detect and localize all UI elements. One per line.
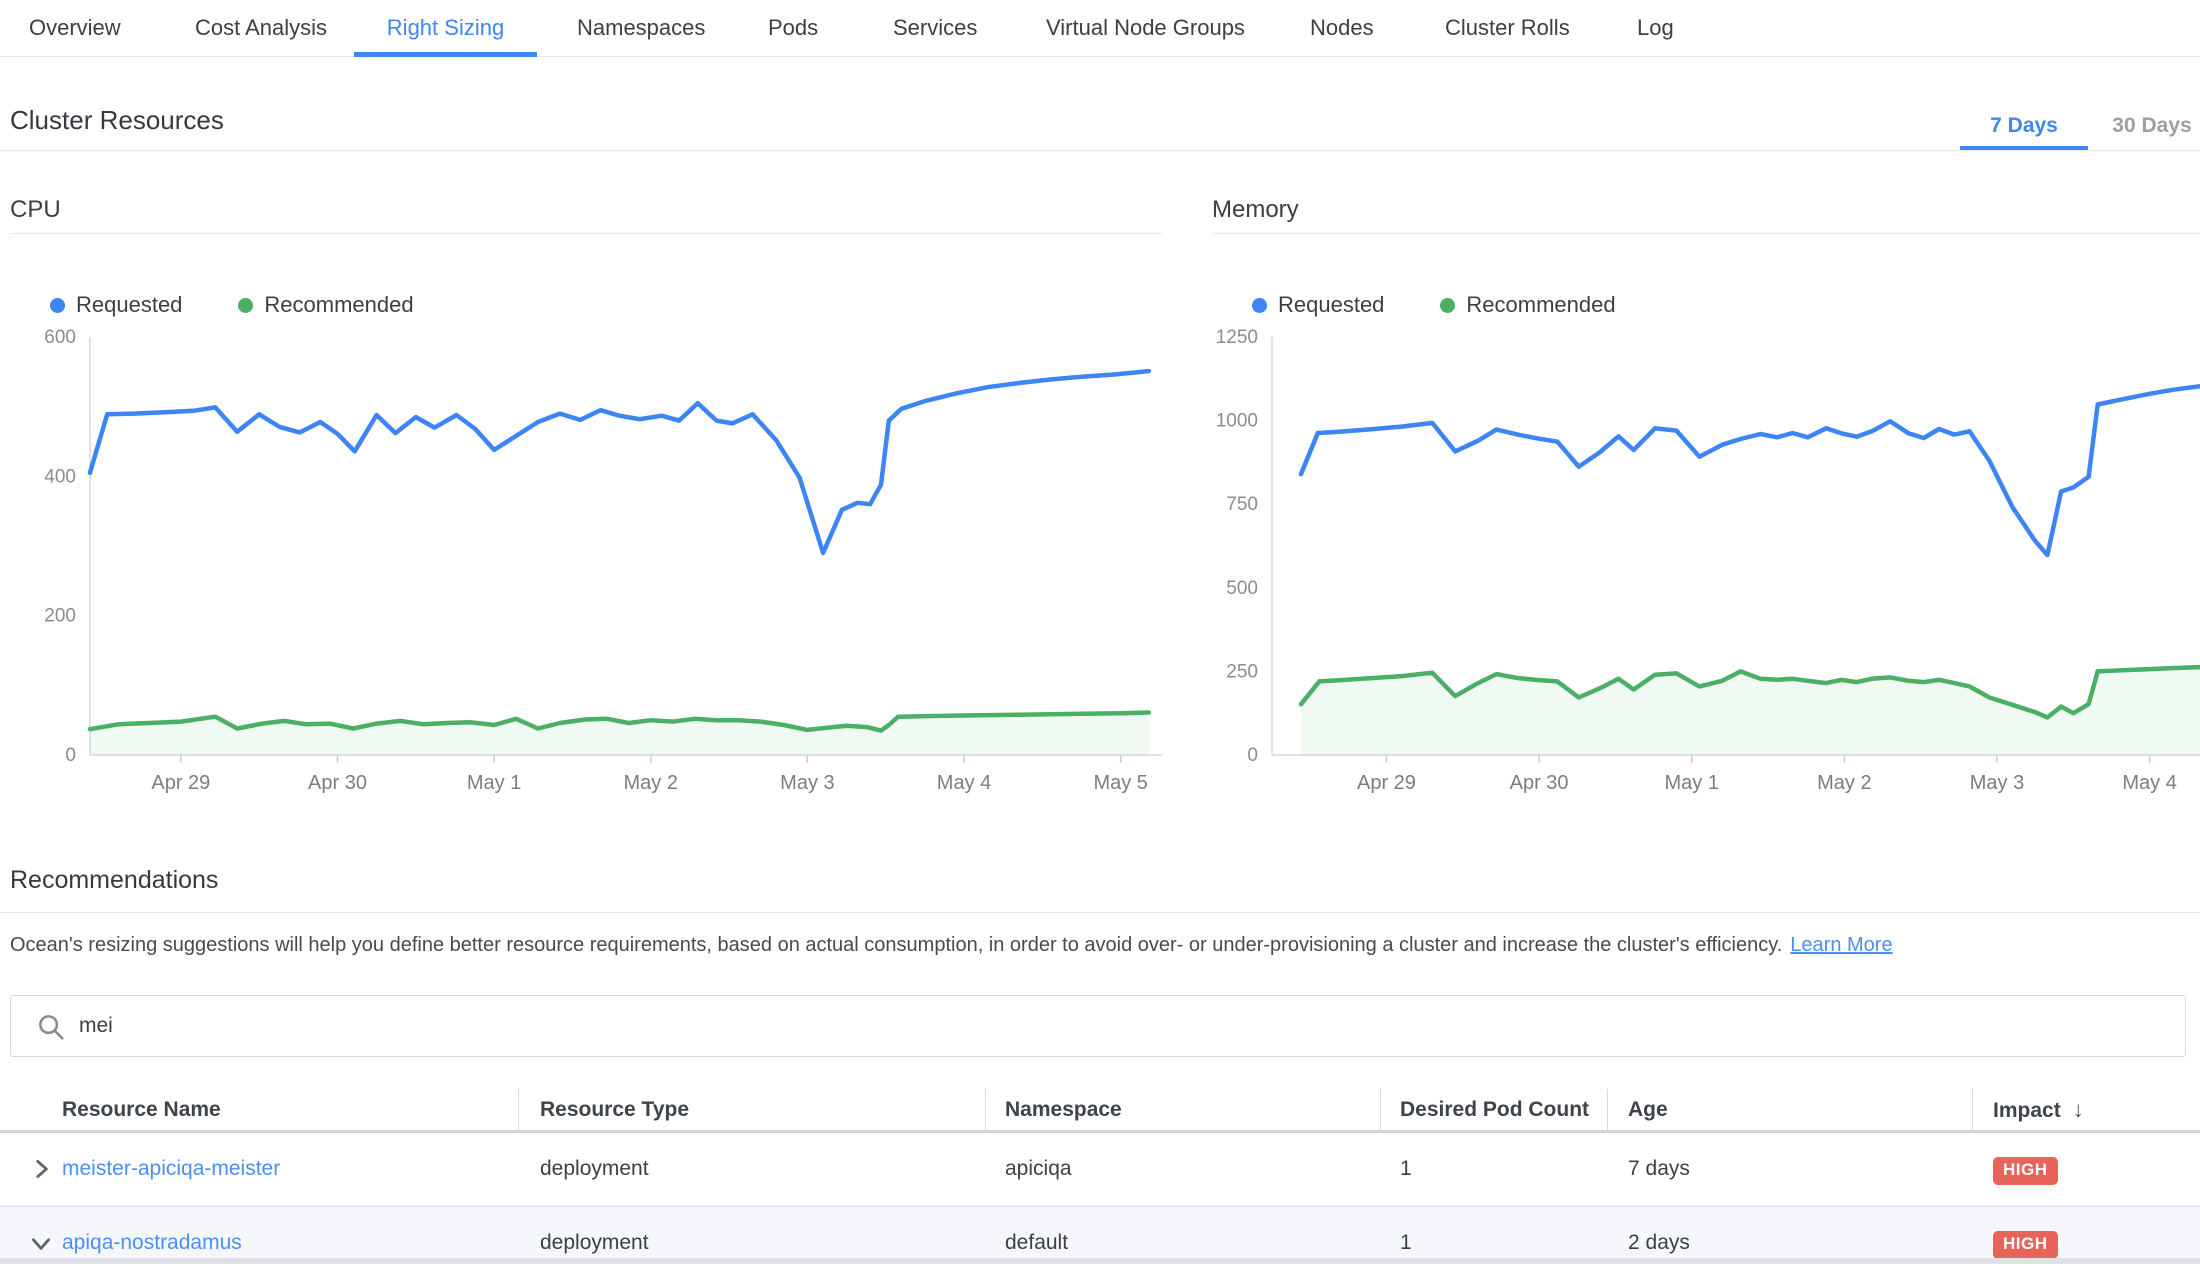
chevron-right-icon[interactable] [28,1156,54,1182]
sort-descending-icon[interactable]: ↓ [2073,1097,2084,1122]
right-sizing-page: Overview Cost Analysis Right Sizing Name… [0,0,2200,1264]
tab-nodes[interactable]: Nodes [1310,0,1374,56]
svg-text:1000: 1000 [1216,411,1258,432]
cluster-resources-title: Cluster Resources [10,105,224,136]
svg-text:200: 200 [44,606,76,627]
cell-namespace: default [1005,1207,1068,1264]
col-resource-name[interactable]: Resource Name [62,1087,221,1133]
header-divider [1972,1089,1973,1131]
recommendations-table-header: Resource Name Resource Type Namespace De… [0,1087,2200,1133]
tab-namespaces[interactable]: Namespaces [577,0,705,56]
resource-name-link[interactable]: apiqa-nostradamus [62,1231,242,1254]
svg-text:0: 0 [1247,745,1258,766]
col-impact-label: Impact [1993,1099,2061,1122]
svg-text:250: 250 [1226,661,1258,682]
header-divider [1607,1089,1608,1131]
cpu-chart: 0 200 400 600 Apr 29 Apr 30 May 1 May 2 May 3 May… [10,327,1162,812]
svg-text:400: 400 [44,466,76,487]
header-divider [1380,1089,1381,1131]
range-7-days[interactable]: 7 Days [1960,108,2088,150]
recommendations-description: Ocean's resizing suggestions will help y… [10,934,1893,957]
legend-label: Recommended [1466,292,1615,318]
tab-virtual-node-groups[interactable]: Virtual Node Groups [1046,0,1245,56]
svg-text:May 3: May 3 [1970,772,2024,794]
svg-text:1250: 1250 [1216,327,1258,348]
svg-text:Apr 30: Apr 30 [1510,772,1569,794]
legend-item-recommended: Recommended [238,292,413,318]
range-30-days[interactable]: 30 Days [2104,108,2200,150]
svg-text:500: 500 [1226,578,1258,599]
svg-text:May 1: May 1 [467,772,521,794]
header-divider [518,1089,519,1131]
svg-text:May 1: May 1 [1665,772,1719,794]
svg-text:May 3: May 3 [780,772,834,794]
expanded-section-edge [0,1258,2200,1264]
cpu-chart-title: CPU [10,196,1162,234]
cell-age: 2 days [1628,1207,1690,1264]
col-resource-type[interactable]: Resource Type [540,1087,689,1133]
col-age[interactable]: Age [1628,1087,1668,1133]
tab-cluster-rolls[interactable]: Cluster Rolls [1445,0,1570,56]
cpu-legend: Requested Recommended [10,292,1162,318]
recommended-dot-icon [238,298,253,313]
col-desired-pod-count[interactable]: Desired Pod Count [1400,1087,1589,1133]
svg-text:600: 600 [44,327,76,348]
cell-resource-type: deployment [540,1133,649,1205]
cell-namespace: apiciqa [1005,1133,1072,1205]
search-icon [35,1011,67,1043]
main-tabbar: Overview Cost Analysis Right Sizing Name… [0,0,2200,57]
col-namespace[interactable]: Namespace [1005,1087,1122,1133]
svg-text:Apr 29: Apr 29 [151,772,210,794]
legend-label: Recommended [264,292,413,318]
col-impact[interactable]: Impact ↓ [1993,1087,2084,1133]
svg-text:May 2: May 2 [1817,772,1871,794]
cpu-panel: CPU Requested Recommended 0 200 400 600 Apr … [10,196,1162,812]
svg-text:0: 0 [65,745,76,766]
search-input[interactable] [79,996,2169,1056]
table-row[interactable]: meister-apiciqa-meister deployment apici… [0,1133,2200,1205]
learn-more-link[interactable]: Learn More [1790,934,1892,956]
requested-dot-icon [50,298,65,313]
table-row[interactable]: apiqa-nostradamus deployment default 1 2… [0,1207,2200,1264]
memory-chart-title: Memory [1212,196,2200,234]
legend-label: Requested [1278,292,1384,318]
resource-search-box [10,995,2186,1057]
cell-resource-type: deployment [540,1207,649,1264]
tab-log[interactable]: Log [1637,0,1674,56]
resource-name-link[interactable]: meister-apiciqa-meister [62,1157,280,1180]
recommended-dot-icon [1440,298,1455,313]
svg-text:750: 750 [1226,494,1258,515]
recommendations-divider [0,912,2200,913]
impact-badge-high: HIGH [1993,1157,2058,1185]
svg-text:Apr 29: Apr 29 [1357,772,1416,794]
section-divider [0,150,2200,151]
legend-label: Requested [76,292,182,318]
memory-legend: Requested Recommended [1212,292,2200,318]
tab-services[interactable]: Services [893,0,977,56]
svg-text:May 4: May 4 [937,772,991,794]
svg-text:May 4: May 4 [2122,772,2176,794]
memory-chart: 0 250 500 750 1000 1250 Apr 29 Apr 30 May 1 May 2… [1212,327,2200,812]
tab-pods[interactable]: Pods [768,0,818,56]
header-divider [985,1089,986,1131]
svg-text:May 2: May 2 [624,772,678,794]
tab-cost-analysis[interactable]: Cost Analysis [195,0,327,56]
cell-desired-pod-count: 1 [1400,1133,1412,1205]
recommendations-description-text: Ocean's resizing suggestions will help y… [10,934,1782,956]
memory-panel: Memory Requested Recommended 0 250 500 750 1… [1212,196,2200,812]
requested-dot-icon [1252,298,1267,313]
cell-desired-pod-count: 1 [1400,1207,1412,1264]
legend-item-recommended: Recommended [1440,292,1615,318]
tab-overview[interactable]: Overview [29,0,121,56]
cell-age: 7 days [1628,1133,1690,1205]
legend-item-requested: Requested [50,292,182,318]
impact-badge-high: HIGH [1993,1231,2058,1259]
svg-text:Apr 30: Apr 30 [308,772,367,794]
svg-text:May 5: May 5 [1093,772,1147,794]
tab-right-sizing[interactable]: Right Sizing [354,0,537,57]
legend-item-requested: Requested [1252,292,1384,318]
chevron-down-icon[interactable] [28,1230,54,1256]
recommendations-title: Recommendations [10,866,218,895]
